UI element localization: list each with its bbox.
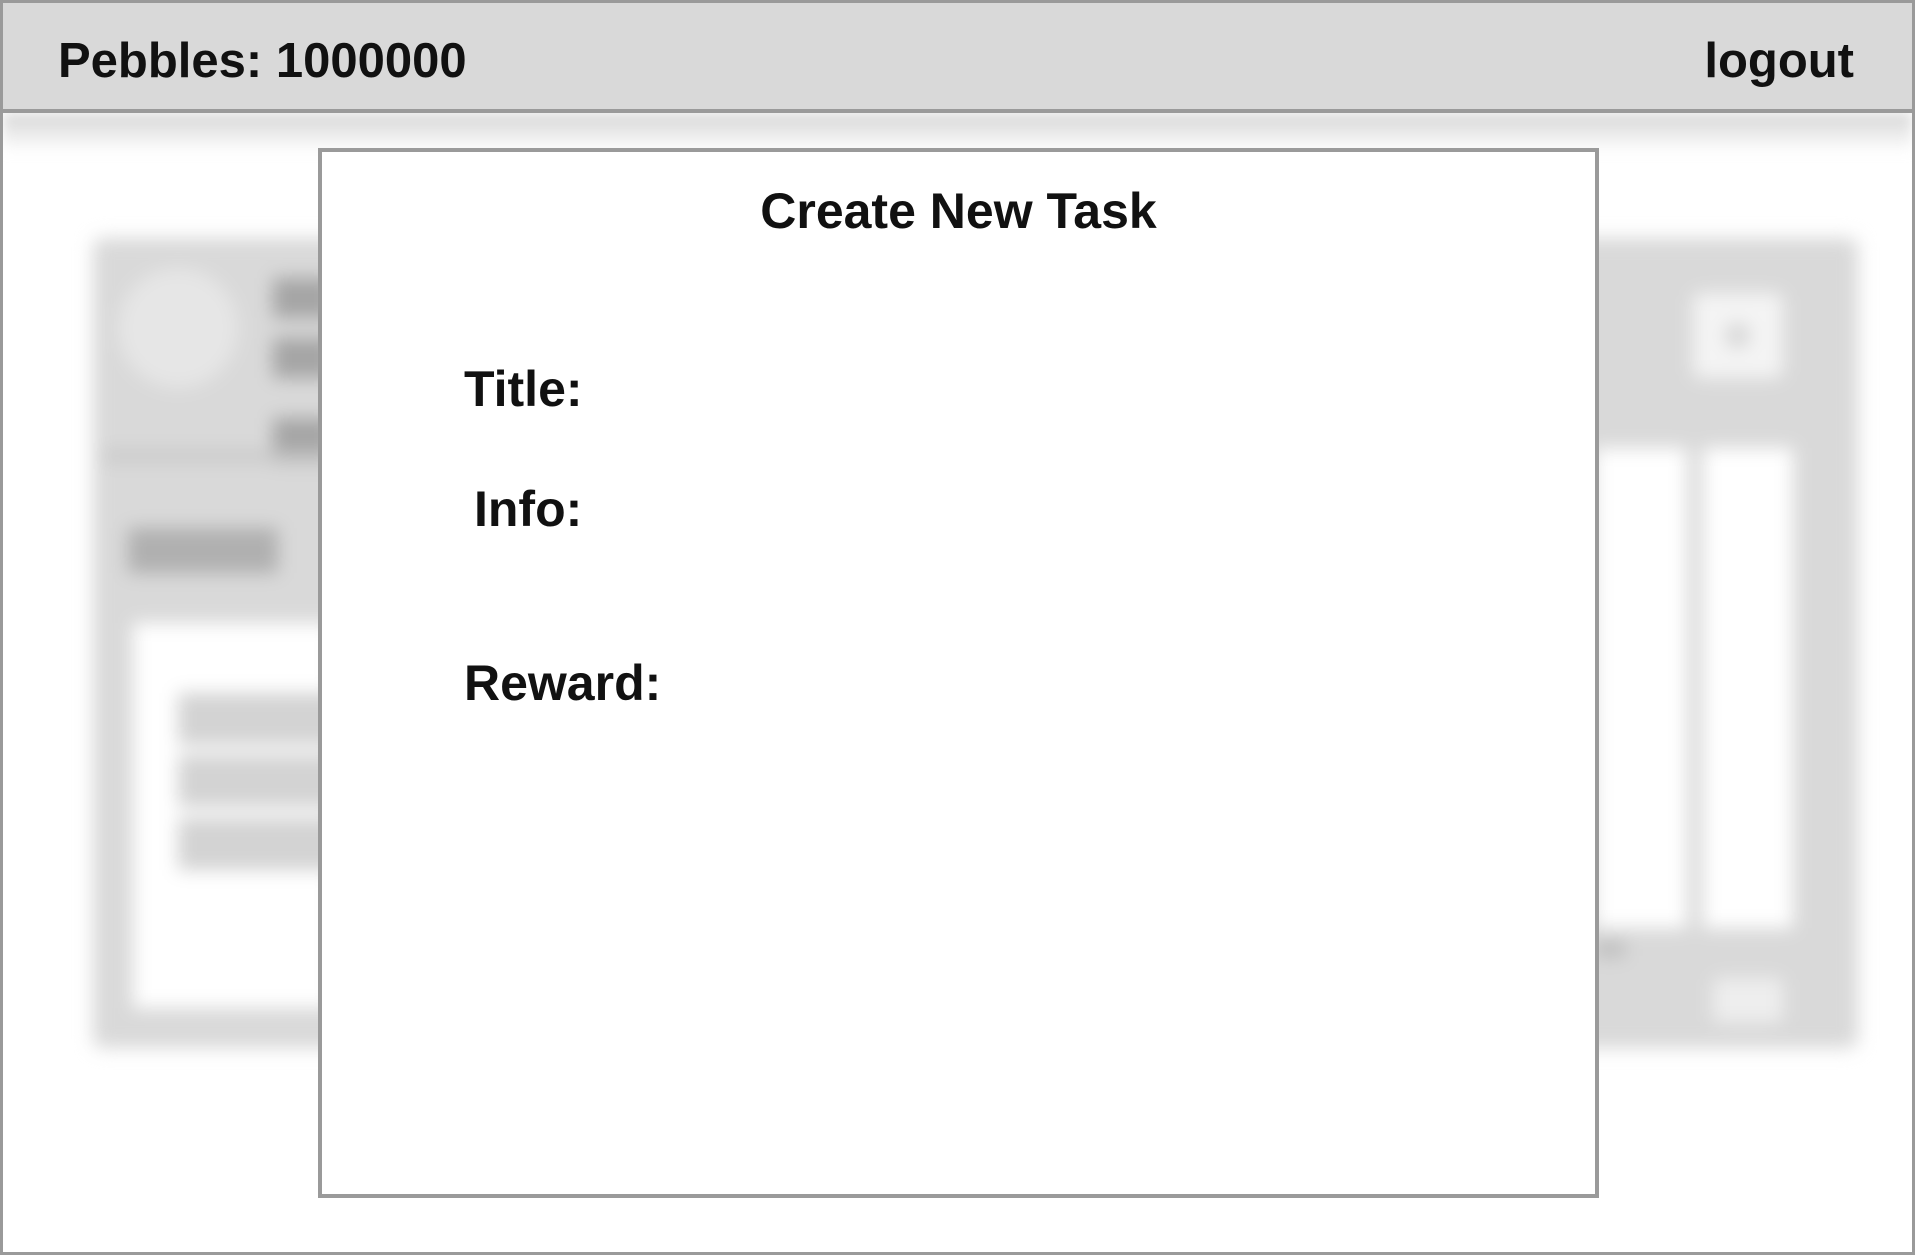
info-label: Info: [474,481,583,537]
background-next-button [1713,978,1783,1023]
logout-link[interactable]: logout [1704,33,1854,89]
background-filter-row [178,693,338,745]
background-text [1595,941,1625,957]
modal-title: Create New Task [760,183,1157,239]
pebbles-balance: Pebbles: 1000000 [58,34,467,88]
background-filter-row [178,755,338,807]
top-bar: Pebbles: 1000000 logout [3,3,1912,113]
reward-label: Reward: [464,655,662,711]
background-avatar [118,268,238,388]
topbar-shadow [3,113,1912,153]
info-input[interactable] [682,480,1506,614]
create-task-modal: Create New Task Title: Info: Reward: [318,148,1599,1198]
background-column [1595,448,1687,928]
background-filter-box [133,623,333,1008]
title-label: Title: [464,361,583,417]
reward-input[interactable] [682,654,1506,716]
background-filter-row [178,818,338,870]
background-filters-heading [128,528,278,573]
background-divider [103,451,333,461]
title-input[interactable] [682,360,1506,422]
background-column [1703,448,1793,928]
background-button-icon [1725,323,1750,348]
app-window: Pebbles: 1000000 logout Create New Task … [0,0,1915,1255]
